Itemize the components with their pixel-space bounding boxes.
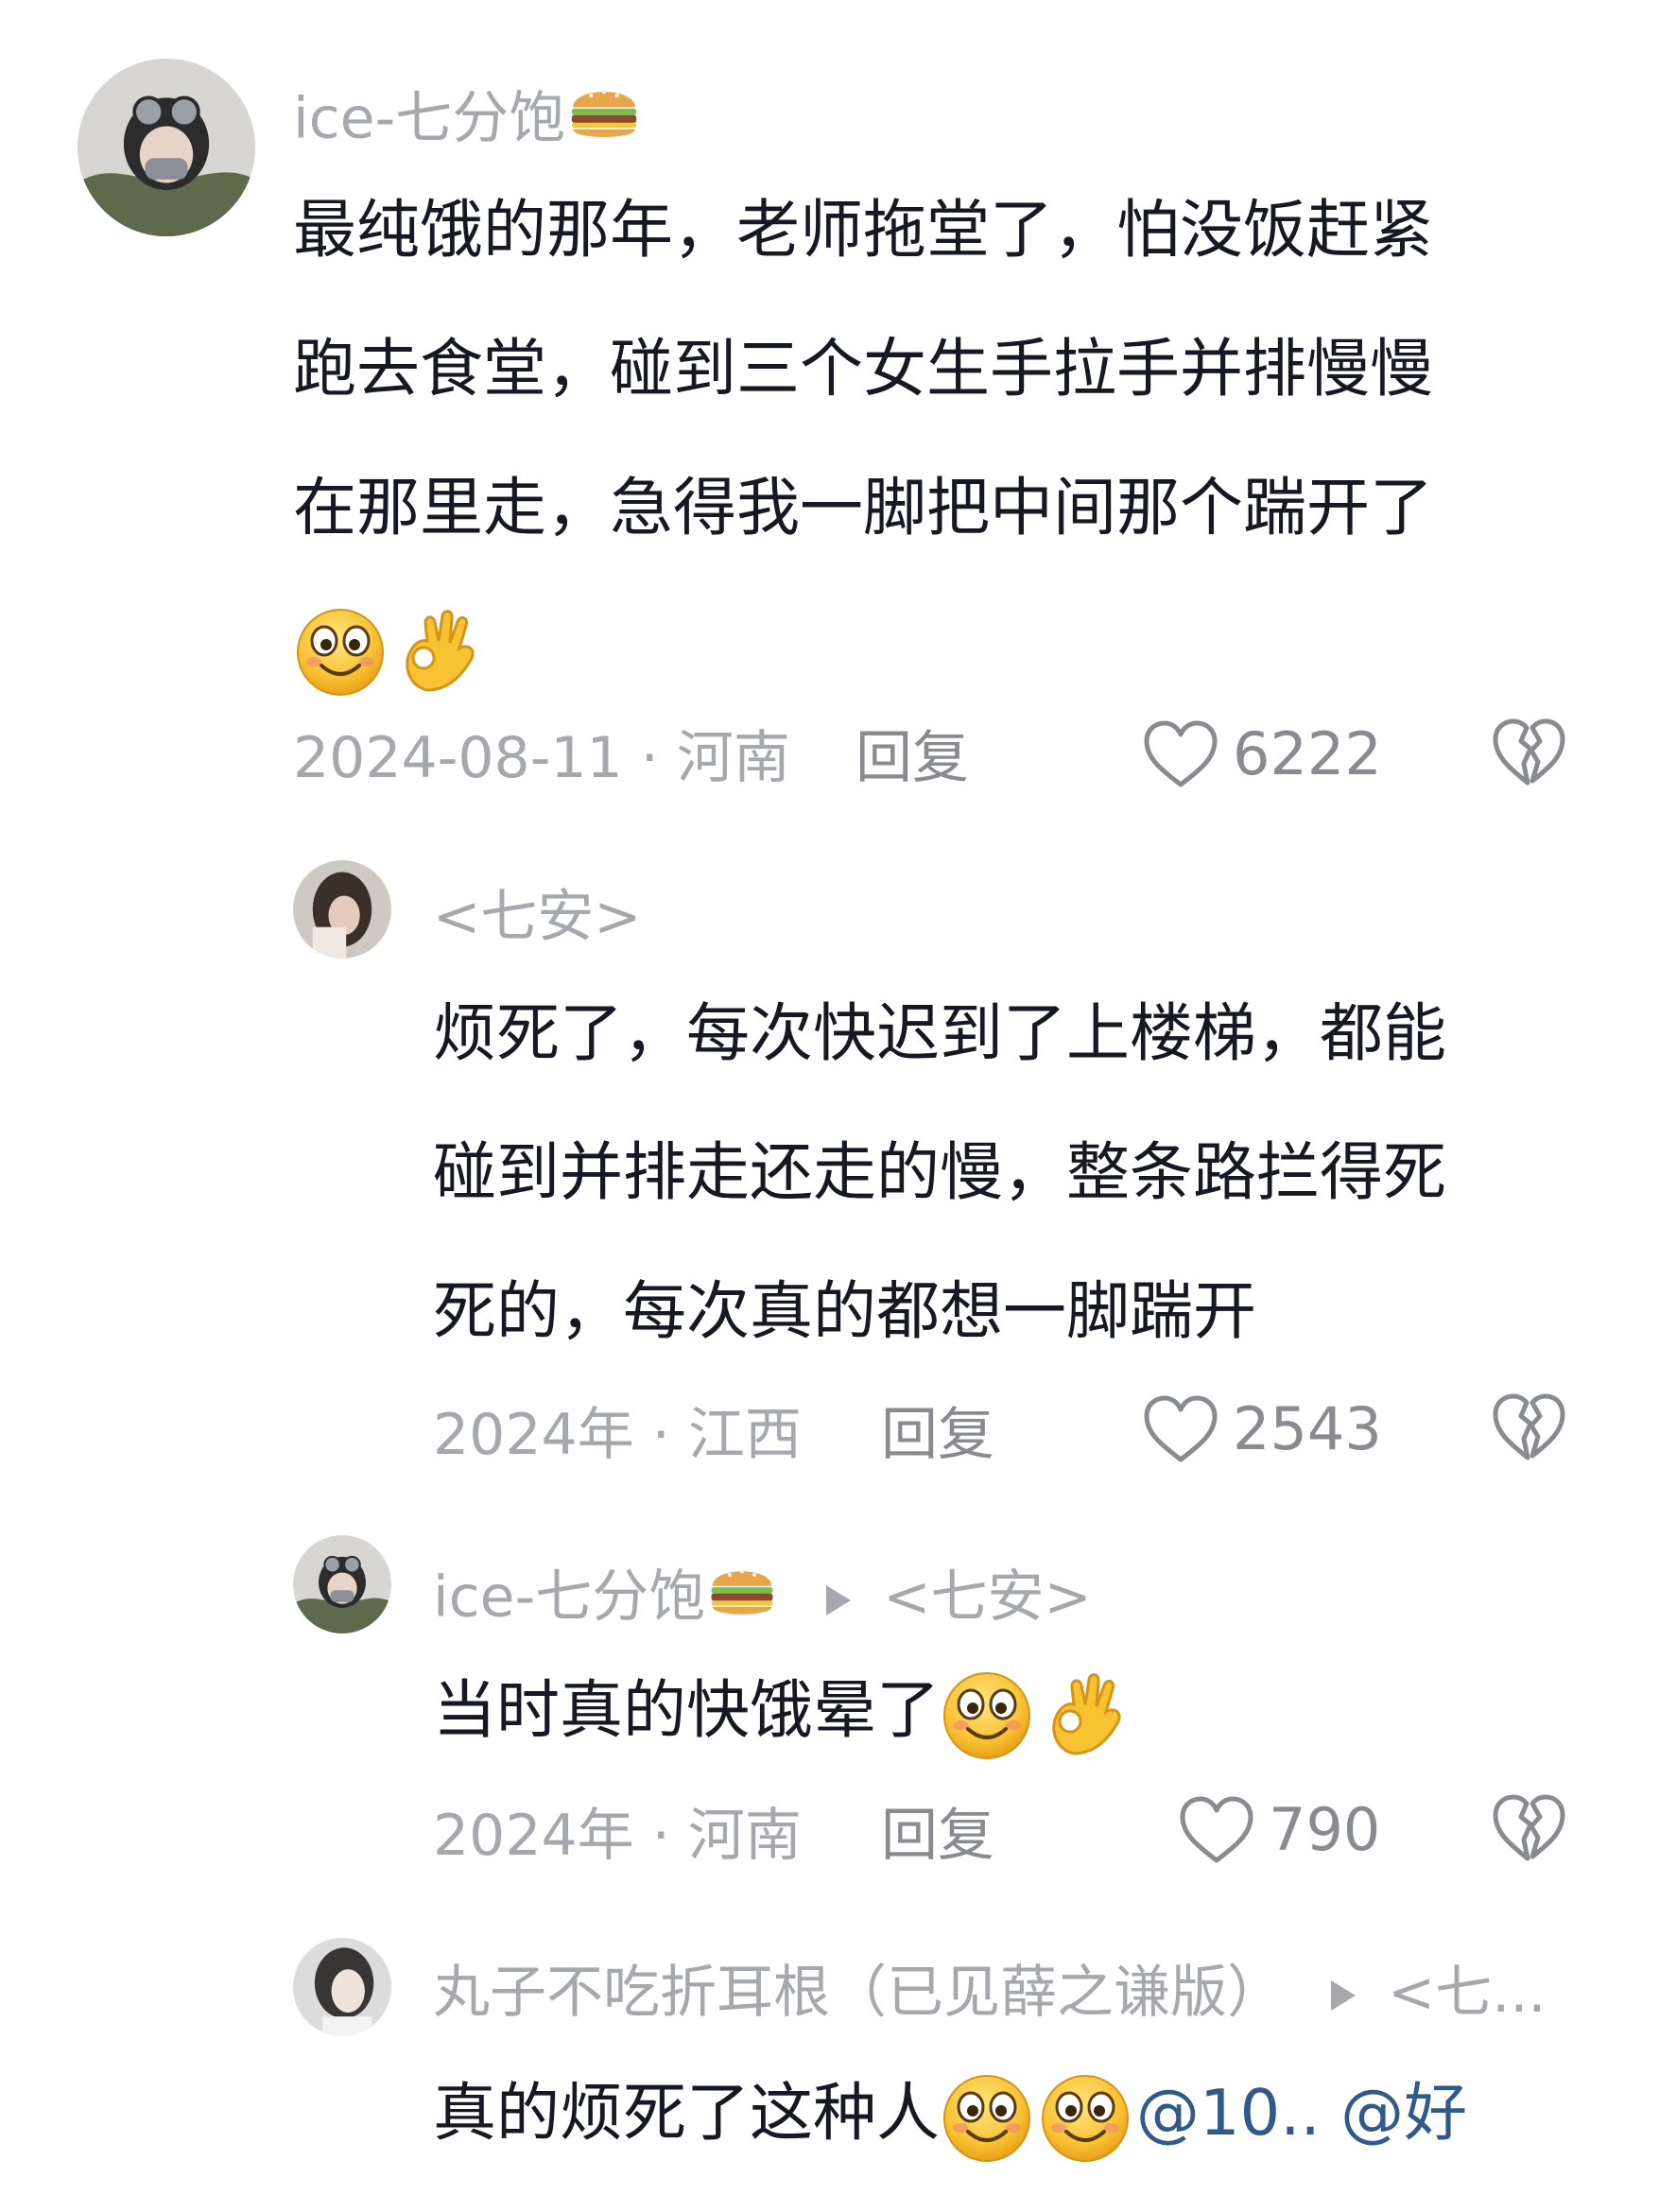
reply-to-username[interactable]: <七安>	[883, 1564, 1092, 1631]
username[interactable]: 丸子不吃折耳根（已见薛之谦版） <七...	[433, 1955, 1547, 2031]
comment-line: 真的烦死了这种人 @10.. @好	[433, 2044, 1467, 2183]
comment-line: 最纯饿的那年，老师拖堂了，怕没饭赶紧	[293, 193, 1433, 267]
comment-text: 当时真的快饿晕了	[433, 1673, 940, 1747]
like-button[interactable]: 790	[1178, 1792, 1380, 1868]
comment-content: 真的烦死了这种人 @10.. @好	[433, 2044, 1467, 2183]
comment-content: 当时真的快饿晕了	[433, 1641, 1136, 1780]
reply-button[interactable]: 回复	[855, 720, 969, 796]
username[interactable]: <七安>	[433, 879, 642, 955]
avatar-image	[293, 860, 391, 959]
broken-heart-icon[interactable]	[1490, 1390, 1567, 1465]
avatar[interactable]	[78, 59, 255, 236]
smile-emoji-icon	[940, 1667, 1034, 1761]
reply-button[interactable]: 回复	[881, 1397, 994, 1473]
avatar[interactable]	[293, 1938, 391, 2036]
broken-heart-icon[interactable]	[1490, 1790, 1567, 1866]
like-count: 790	[1269, 1795, 1381, 1864]
smile-emoji-icon	[940, 2069, 1034, 2164]
comment-line: 烦死了，每次快迟到了上楼梯，都能	[433, 996, 1446, 1070]
smile-emoji-icon	[1038, 2069, 1132, 2164]
username-text: 丸子不吃折耳根（已见薛之谦版）	[433, 1960, 1284, 2026]
like-button[interactable]: 6222	[1142, 717, 1382, 792]
heart-outline-icon	[1142, 1393, 1219, 1465]
comment-line: 死的，每次真的都想一脚踹开	[433, 1274, 1256, 1348]
ok-hand-emoji-icon	[391, 603, 486, 698]
broken-heart-icon[interactable]	[1490, 715, 1567, 790]
reply-button[interactable]: 回复	[881, 1798, 994, 1874]
burger-icon	[565, 74, 643, 170]
avatar[interactable]	[293, 1535, 391, 1633]
comment-line: 在那里走，急得我一脚把中间那个踹开了	[293, 471, 1433, 544]
comment-line: 碰到并排走还走的慢，整条路拦得死	[433, 1135, 1446, 1209]
comment-meta: 2024-08-11 · 河南	[293, 725, 790, 791]
heart-outline-icon	[1178, 1794, 1255, 1866]
username[interactable]: ice-七分饱	[293, 74, 643, 170]
comment-meta: 2024年 · 河南	[433, 1803, 802, 1869]
avatar-image	[293, 1938, 391, 2036]
avatar-image	[78, 59, 255, 236]
comment-content: 最纯饿的那年，老师拖堂了，怕没饭赶紧 跑去食堂，碰到三个女生手拉手并排慢慢 在那…	[293, 161, 1433, 717]
comment-meta: 2024年 · 江西	[433, 1402, 802, 1468]
comment-line: 跑去食堂，碰到三个女生手拉手并排慢慢	[293, 332, 1433, 406]
like-count: 6222	[1233, 719, 1382, 788]
heart-outline-icon	[1142, 718, 1219, 790]
smile-emoji-icon	[293, 603, 388, 698]
mention-link[interactable]: @好	[1340, 2076, 1467, 2150]
burger-icon	[705, 1554, 779, 1647]
username[interactable]: ice-七分饱 <七安>	[433, 1554, 1092, 1647]
avatar-image	[293, 1535, 391, 1633]
mention-link[interactable]: @10..	[1136, 2076, 1321, 2150]
like-button[interactable]: 2543	[1142, 1391, 1382, 1467]
like-count: 2543	[1233, 1394, 1382, 1463]
username-text: ice-七分饱	[293, 85, 566, 152]
comment-content: 烦死了，每次快迟到了上楼梯，都能 碰到并排走还走的慢，整条路拦得死 死的，每次真…	[433, 964, 1446, 1381]
triangle-right-icon	[826, 1585, 852, 1616]
ok-hand-emoji-icon	[1038, 1667, 1132, 1761]
reply-to-username[interactable]: <七...	[1388, 1960, 1547, 2026]
comment-emoji-line	[293, 578, 1433, 717]
comment-text: 真的烦死了这种人	[433, 2076, 940, 2150]
triangle-right-icon	[1331, 1980, 1356, 2012]
comment-line: 当时真的快饿晕了	[433, 1641, 1136, 1780]
username-text: ice-七分饱	[433, 1564, 706, 1631]
avatar[interactable]	[293, 860, 391, 959]
